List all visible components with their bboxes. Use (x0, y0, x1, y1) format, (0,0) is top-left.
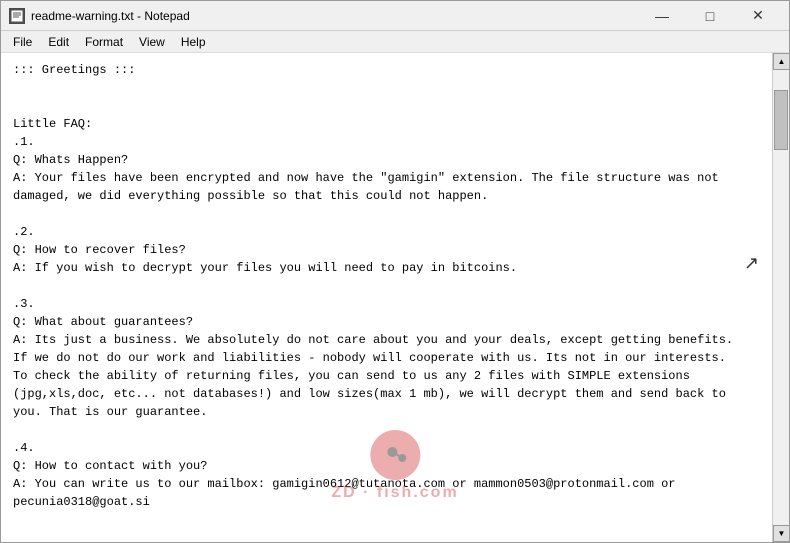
menu-bar: File Edit Format View Help (1, 31, 789, 53)
scroll-track[interactable] (773, 70, 789, 525)
notepad-window: readme-warning.txt - Notepad — □ ✕ File … (0, 0, 790, 543)
app-icon (9, 8, 25, 24)
menu-edit[interactable]: Edit (40, 33, 77, 51)
menu-file[interactable]: File (5, 33, 40, 51)
text-editor[interactable]: ::: Greetings ::: Little FAQ: .1. Q: Wha… (1, 53, 772, 542)
scroll-thumb[interactable] (774, 90, 788, 150)
minimize-button[interactable]: — (639, 2, 685, 30)
menu-view[interactable]: View (131, 33, 173, 51)
content-area: ::: Greetings ::: Little FAQ: .1. Q: Wha… (1, 53, 789, 542)
scroll-up-button[interactable]: ▲ (773, 53, 789, 70)
close-button[interactable]: ✕ (735, 2, 781, 30)
window-controls: — □ ✕ (639, 2, 781, 30)
title-bar: readme-warning.txt - Notepad — □ ✕ (1, 1, 789, 31)
menu-format[interactable]: Format (77, 33, 131, 51)
menu-help[interactable]: Help (173, 33, 214, 51)
vertical-scrollbar[interactable]: ▲ ▼ (772, 53, 789, 542)
window-title: readme-warning.txt - Notepad (31, 9, 639, 23)
maximize-button[interactable]: □ (687, 2, 733, 30)
scroll-down-button[interactable]: ▼ (773, 525, 789, 542)
